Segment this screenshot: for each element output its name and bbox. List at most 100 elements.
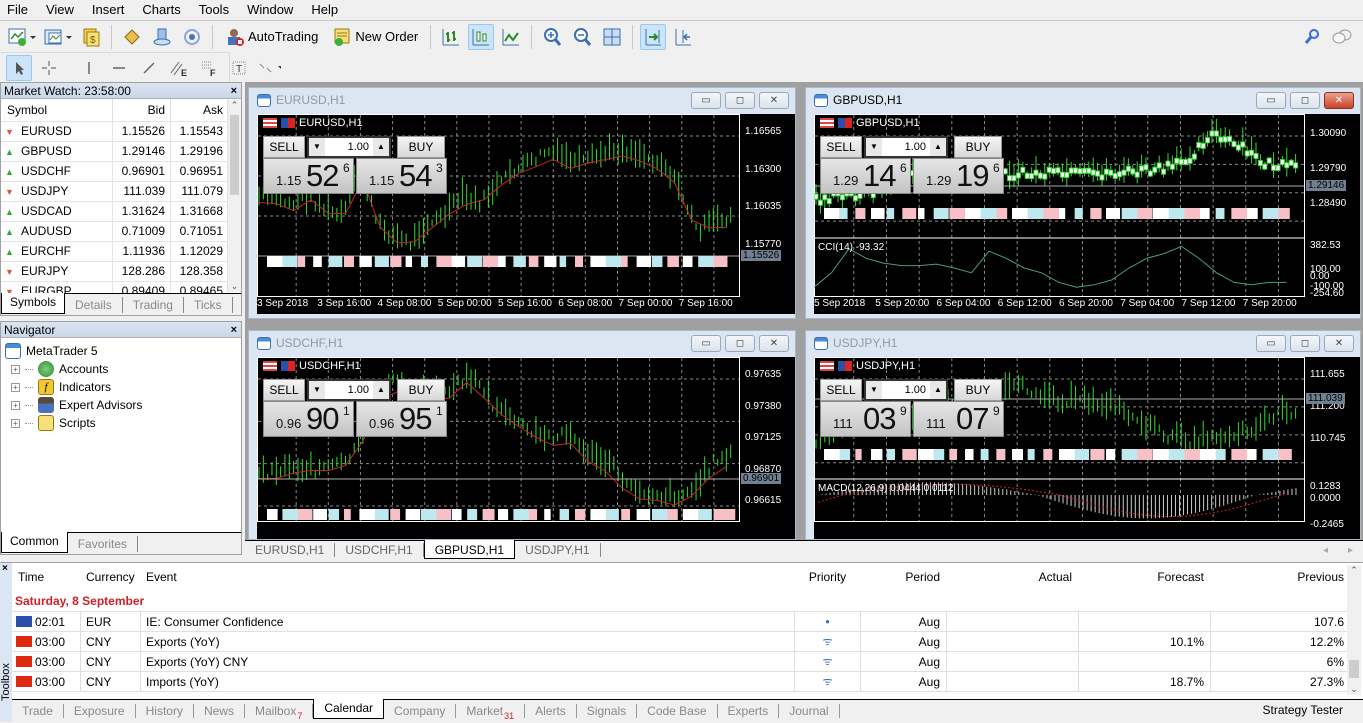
expand-icon[interactable]: + <box>11 382 20 392</box>
tree-item-accounts[interactable]: + Accounts <box>5 360 241 378</box>
menu-tools[interactable]: Tools <box>190 0 238 19</box>
tab-symbols[interactable]: Symbols <box>1 293 66 314</box>
chart-tab-eurusd[interactable]: EURUSD,H1 <box>245 543 336 557</box>
sell-price-button[interactable]: 0.96 90 1 <box>263 401 354 437</box>
lot-size-value[interactable]: 1.00 <box>325 381 373 399</box>
sell-price-button[interactable]: 111 03 9 <box>820 401 911 437</box>
chart-tab-usdjpy[interactable]: USDJPY,H1 <box>515 543 601 557</box>
tab-ticks[interactable]: Ticks <box>184 297 233 313</box>
expand-icon[interactable]: + <box>11 418 20 428</box>
restore-button[interactable]: ◻ <box>1290 92 1320 109</box>
horizontal-line-button[interactable] <box>106 55 132 81</box>
sell-button[interactable]: SELL <box>820 136 862 158</box>
candlestick-button[interactable] <box>468 23 495 50</box>
scroll-down-icon[interactable]: ⌄ <box>1347 684 1361 695</box>
tab-details[interactable]: Details <box>65 297 123 313</box>
tabs-scroll-left-icon[interactable]: ◂ <box>1313 543 1338 557</box>
scrollbar-thumb[interactable] <box>1349 660 1359 678</box>
tile-windows-button[interactable] <box>599 24 625 50</box>
chat-button[interactable] <box>1329 24 1355 50</box>
column-header-ask[interactable]: Ask <box>170 99 229 121</box>
chart-window-eurusd[interactable]: EURUSD,H1 ▭ ◻ ✕ EURUSD,H1 SELL ▼ 1.00 ▲ BUY … <box>248 87 796 319</box>
cloud-button[interactable] <box>149 24 175 50</box>
column-header-actual[interactable]: Actual <box>946 563 1078 591</box>
toolbox-tab-calendar[interactable]: Calendar <box>313 699 385 719</box>
tree-item-expert-advisors[interactable]: + Expert Advisors <box>5 396 241 414</box>
restore-button[interactable]: ◻ <box>725 335 755 352</box>
zoom-in-button[interactable] <box>539 24 565 50</box>
menu-insert[interactable]: Insert <box>83 0 134 19</box>
data-window-button[interactable]: $ <box>78 24 104 50</box>
expand-icon[interactable]: + <box>11 364 20 374</box>
market-watch-row[interactable]: ▼ USDJPY 111.039 111.079 <box>1 180 229 201</box>
crosshair-button[interactable] <box>36 55 62 81</box>
column-header-bid[interactable]: Bid <box>112 99 171 121</box>
sell-button[interactable]: SELL <box>820 379 862 401</box>
scroll-up-icon[interactable]: ⌃ <box>1347 565 1361 576</box>
scroll-up-icon[interactable]: ⌃ <box>228 100 241 111</box>
menu-window[interactable]: Window <box>238 0 302 19</box>
toolbox-tab-news[interactable]: News <box>194 704 245 718</box>
menu-view[interactable]: View <box>37 0 83 19</box>
tree-item-indicators[interactable]: + f Indicators <box>5 378 241 396</box>
chart-window-usdjpy[interactable]: USDJPY,H1 ▭ ◻ ✕ USDJPY,H1 SELL ▼ 1.00 ▲ BUY … <box>805 330 1361 540</box>
buy-price-button[interactable]: 0.96 95 1 <box>356 401 447 437</box>
chart-canvas[interactable]: GBPUSD,H1 SELL ▼ 1.00 ▲ BUY 1.29 14 6 1.29 19… <box>814 114 1360 314</box>
equidistant-channel-button[interactable]: E <box>166 55 192 81</box>
column-header-period[interactable]: Period <box>860 563 946 591</box>
tab-favorites[interactable]: Favorites <box>68 536 139 552</box>
chart-canvas[interactable]: USDJPY,H1 SELL ▼ 1.00 ▲ BUY 111 03 9 111 07 9 … <box>814 357 1360 539</box>
chart-window-gbpusd[interactable]: GBPUSD,H1 ▭ ◻ ✕ GBPUSD,H1 SELL ▼ 1.00 ▲ BUY … <box>805 87 1361 319</box>
market-watch-scrollbar[interactable]: ⌃ ⌄ <box>227 100 241 292</box>
buy-button[interactable]: BUY <box>954 379 1002 401</box>
toolbox-tab-signals[interactable]: Signals <box>577 704 638 718</box>
lot-increase-icon[interactable]: ▲ <box>373 381 389 399</box>
new-chart-button[interactable] <box>6 24 38 50</box>
lot-size-value[interactable]: 1.00 <box>882 381 930 399</box>
lot-size-stepper[interactable]: ▼ 1.00 ▲ <box>864 379 948 401</box>
sell-price-button[interactable]: 1.15 52 6 <box>263 158 354 194</box>
buy-button[interactable]: BUY <box>397 379 445 401</box>
one-click-trading-icon[interactable] <box>820 118 834 128</box>
buy-price-button[interactable]: 1.15 54 3 <box>356 158 447 194</box>
lot-decrease-icon[interactable]: ▼ <box>866 138 882 156</box>
calendar-scrollbar[interactable]: ⌃ ⌄ <box>1347 565 1361 695</box>
buy-price-button[interactable]: 111 07 9 <box>913 401 1004 437</box>
lot-size-value[interactable]: 1.00 <box>325 138 373 156</box>
lot-size-value[interactable]: 1.00 <box>882 138 930 156</box>
column-header-symbol[interactable]: Symbol <box>1 99 113 121</box>
close-icon[interactable]: × <box>0 563 12 574</box>
autotrading-button[interactable]: AutoTrading <box>220 24 323 50</box>
buy-button[interactable]: BUY <box>397 136 445 158</box>
buy-price-button[interactable]: 1.29 19 6 <box>913 158 1004 194</box>
market-watch-row[interactable]: ▲ EURCHF 1.11936 1.12029 <box>1 240 229 261</box>
lot-size-stepper[interactable]: ▼ 1.00 ▲ <box>864 136 948 158</box>
calendar-row[interactable]: 02:01 EUR IE: Consumer Confidence ● Aug … <box>12 611 1348 631</box>
autoscroll-button[interactable] <box>640 23 667 50</box>
calendar-row[interactable]: 03:00 CNY Exports (YoY) CNY ᯤ Aug 6% <box>12 651 1348 671</box>
profiles-button[interactable] <box>42 24 74 50</box>
minimize-button[interactable]: ▭ <box>1256 335 1286 352</box>
restore-button[interactable]: ◻ <box>725 92 755 109</box>
toolbox-tab-experts[interactable]: Experts <box>718 704 780 718</box>
text-label-button[interactable]: T <box>226 55 252 81</box>
close-button[interactable]: ✕ <box>759 92 789 109</box>
line-chart-button[interactable] <box>498 24 524 50</box>
minimize-button[interactable]: ▭ <box>691 92 721 109</box>
column-header-currency[interactable]: Currency <box>80 563 140 591</box>
fibonacci-button[interactable]: F <box>196 55 222 81</box>
menu-help[interactable]: Help <box>302 0 347 19</box>
chart-tab-gbpusd[interactable]: GBPUSD,H1 <box>423 540 516 559</box>
column-header-event[interactable]: Event <box>140 563 794 591</box>
tree-root-metatrader[interactable]: MetaTrader 5 <box>5 342 241 360</box>
close-button[interactable]: ✕ <box>1324 335 1354 352</box>
market-watch-row[interactable]: ▲ GBPUSD 1.29146 1.29196 <box>1 140 229 161</box>
column-header-time[interactable]: Time <box>12 570 80 584</box>
lot-increase-icon[interactable]: ▲ <box>373 138 389 156</box>
market-watch-row[interactable]: ▼ EURJPY 128.286 128.358 <box>1 260 229 281</box>
calendar-row[interactable]: 03:00 CNY Exports (YoY) ᯤ Aug 10.1% 12.2… <box>12 631 1348 651</box>
one-click-trading-icon[interactable] <box>263 118 277 128</box>
strategy-tester-button[interactable]: Strategy Tester <box>1263 703 1343 717</box>
toolbox-tab-market[interactable]: Market31 <box>456 704 526 721</box>
lot-decrease-icon[interactable]: ▼ <box>866 381 882 399</box>
